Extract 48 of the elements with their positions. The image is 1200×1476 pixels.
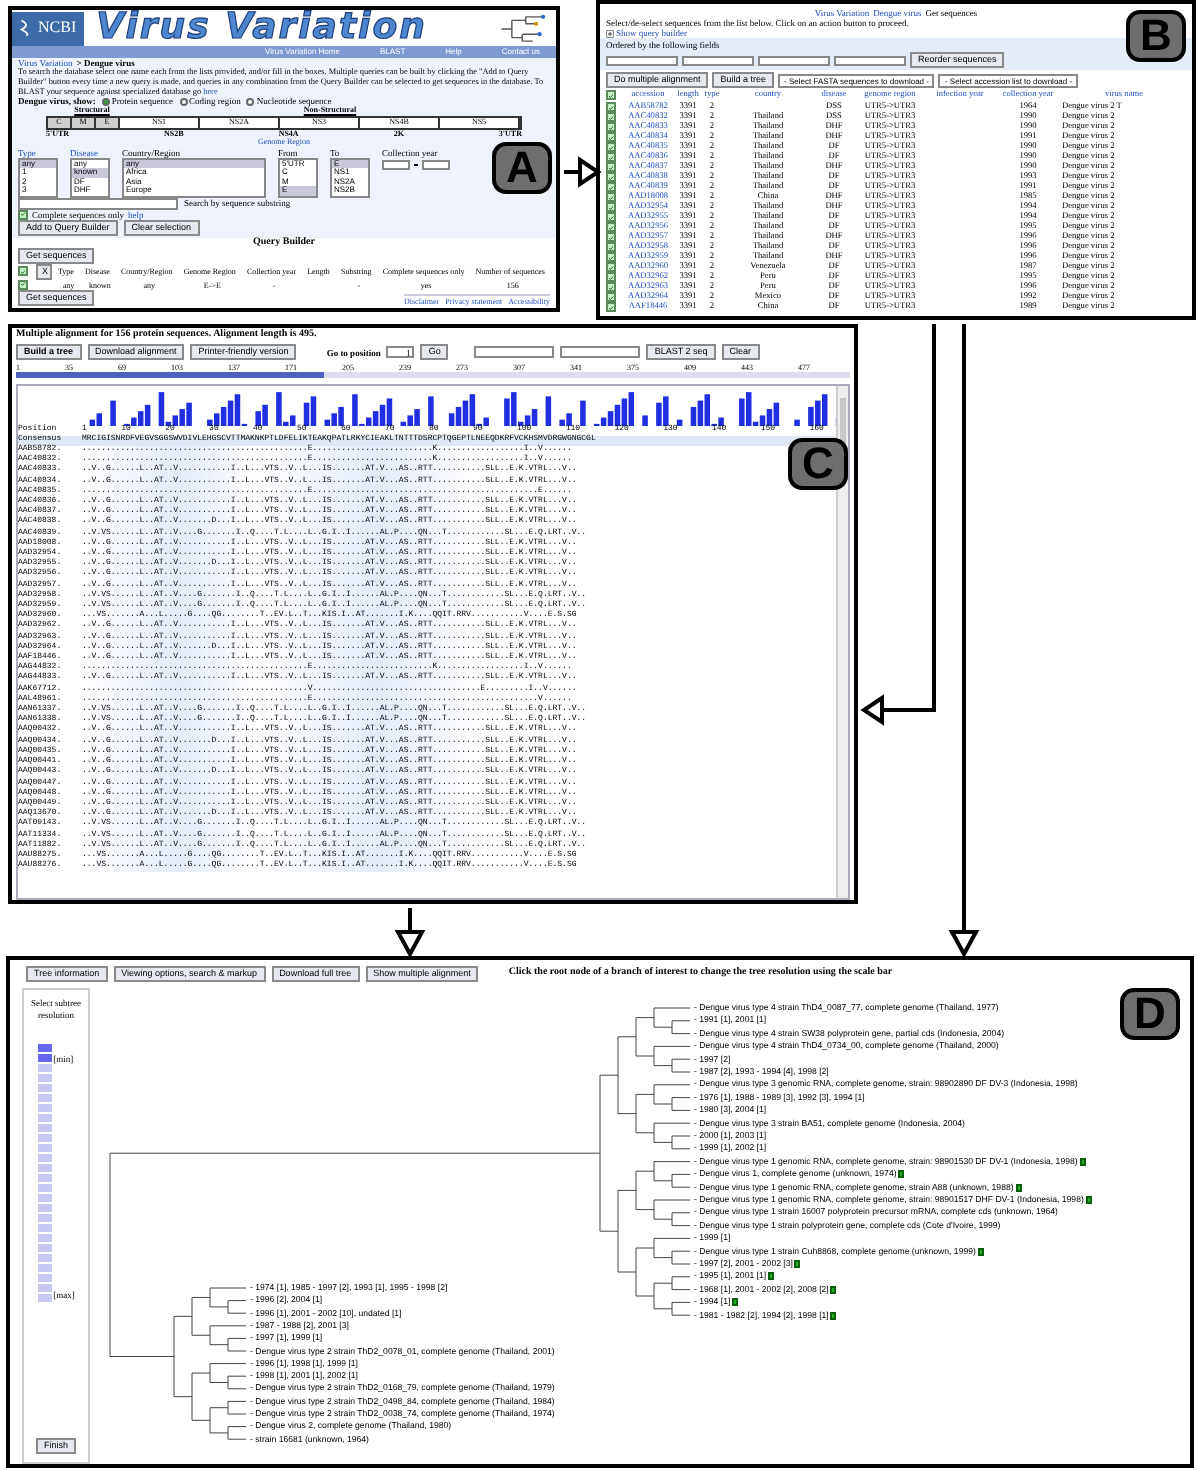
checkbox[interactable] [606,252,616,263]
checkbox[interactable] [606,112,616,123]
sort-dropdown[interactable] [606,55,678,65]
input-field[interactable] [560,346,641,358]
checkbox[interactable] [606,102,616,113]
panel-label: D [1120,988,1180,1040]
ncbi-logo: NCBI [12,11,85,45]
checkbox[interactable] [606,202,616,213]
helix-icon [20,18,32,38]
panel-label: C [788,438,848,490]
sort-dropdown[interactable] [834,55,906,65]
checkbox[interactable] [606,282,616,293]
checkbox[interactable] [606,182,616,193]
checkbox[interactable] [606,272,616,283]
checkbox[interactable] [18,266,28,277]
checkbox[interactable] [606,292,616,303]
checkbox[interactable] [606,302,616,313]
checkbox[interactable] [18,209,28,220]
checkbox[interactable] [606,232,616,243]
plus-icon[interactable] [606,29,614,37]
checkbox[interactable] [606,152,616,163]
checkbox[interactable] [606,242,616,253]
checkbox[interactable] [606,142,616,153]
resolution-scale[interactable] [37,1044,52,1304]
radio-button[interactable] [246,97,255,106]
sort-dropdown[interactable] [682,55,754,65]
checkbox[interactable] [606,192,616,203]
checkbox[interactable] [606,122,616,133]
input-field[interactable] [422,159,450,170]
checkbox[interactable] [606,222,616,233]
checkbox[interactable] [18,279,28,290]
sort-dropdown[interactable] [758,55,830,65]
tree-logo-icon [498,11,550,45]
radio-button[interactable] [179,97,188,106]
checkbox[interactable] [606,212,616,223]
checkbox[interactable] [606,132,616,143]
site-title: Virus Variation [96,10,427,46]
input-field[interactable] [474,346,555,358]
panel-label: B [1126,10,1186,62]
scrollbar[interactable] [836,386,848,898]
checkbox[interactable] [606,162,616,173]
checkbox[interactable] [606,90,616,100]
panel-label: A [492,142,552,194]
checkbox[interactable] [606,172,616,183]
checkbox[interactable] [606,262,616,273]
radio-button[interactable] [101,97,110,106]
input-field[interactable] [382,159,410,170]
scroll-ruler[interactable] [16,372,850,378]
